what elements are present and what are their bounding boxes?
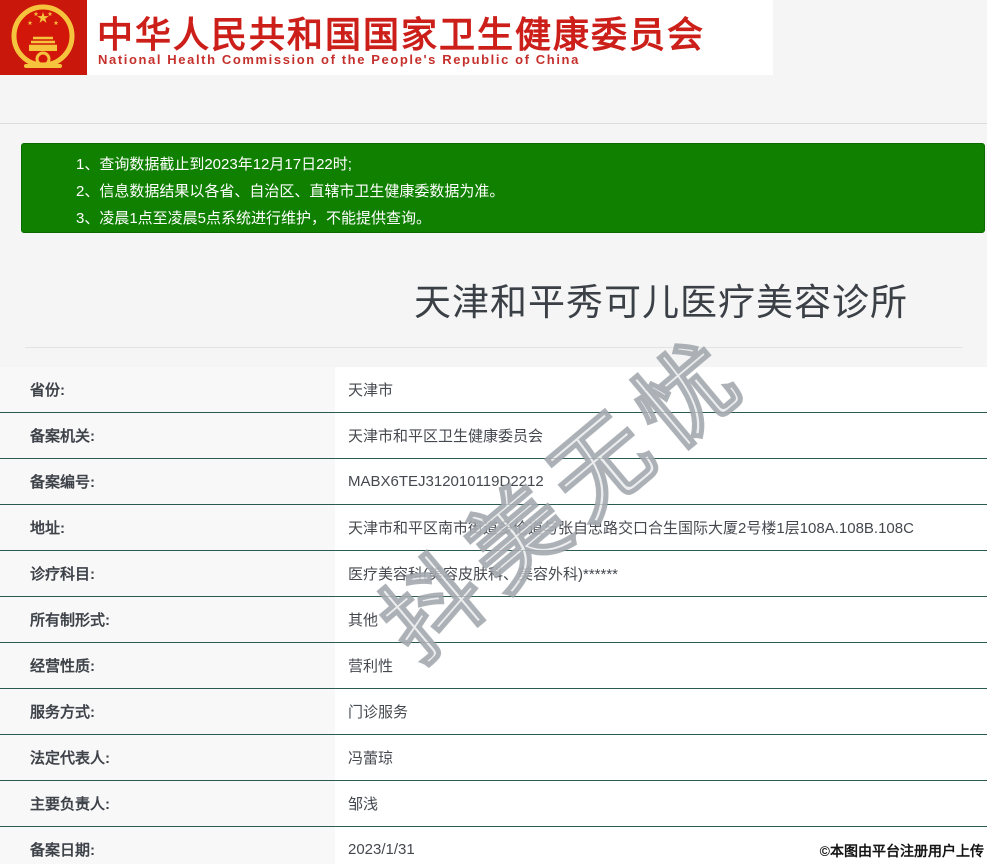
field-value: 邹浅 <box>335 781 987 826</box>
field-value: 天津市和平区卫生健康委员会 <box>335 413 987 458</box>
field-value: 冯蕾琼 <box>335 735 987 780</box>
record-row: 主要负责人: 邹浅 <box>0 781 987 827</box>
field-label: 主要负责人: <box>0 781 335 826</box>
field-value: 天津市 <box>335 367 987 412</box>
record-row: 经营性质: 营利性 <box>0 643 987 689</box>
notice-line-3: 3、凌晨1点至凌晨5点系统进行维护，不能提供查询。 <box>76 210 432 227</box>
field-label: 法定代表人: <box>0 735 335 780</box>
record-row: 法定代表人: 冯蕾琼 <box>0 735 987 781</box>
site-header: 中华人民共和国国家卫生健康委员会 National Health Commiss… <box>0 0 773 75</box>
field-label: 备案日期: <box>0 827 335 864</box>
header-title-chinese: 中华人民共和国国家卫生健康委员会 <box>97 14 706 55</box>
field-label: 地址: <box>0 505 335 550</box>
china-national-emblem-icon <box>0 0 87 75</box>
field-value: 其他 <box>335 597 987 642</box>
title-divider <box>25 347 962 348</box>
record-row: 地址: 天津市和平区南市街道多伦道与张自忠路交口合生国际大厦2号楼1层108A.1… <box>0 505 987 551</box>
record-table: 省份: 天津市 备案机关: 天津市和平区卫生健康委员会 备案编号: MABX6TEJ312… <box>0 367 987 864</box>
record-row: 省份: 天津市 <box>0 367 987 413</box>
field-label: 省份: <box>0 367 335 412</box>
copyright-watermark: ©本图由平台注册用户上传 <box>819 843 984 859</box>
record-row: 服务方式: 门诊服务 <box>0 689 987 735</box>
field-label: 经营性质: <box>0 643 335 688</box>
field-value: MABX6TEJ312010119D2212 <box>335 459 987 504</box>
page: 中华人民共和国国家卫生健康委员会 National Health Commiss… <box>0 0 987 864</box>
field-label: 所有制形式: <box>0 597 335 642</box>
field-label: 备案机关: <box>0 413 335 458</box>
record-row: 诊疗科目: 医疗美容科(美容皮肤科、美容外科)****** <box>0 551 987 597</box>
header-divider <box>0 123 987 124</box>
field-value: 医疗美容科(美容皮肤科、美容外科)****** <box>335 551 987 596</box>
header-title-english: National Health Commission of the People… <box>98 52 580 67</box>
field-value: 天津市和平区南市街道多伦道与张自忠路交口合生国际大厦2号楼1层108A.108B… <box>335 505 987 550</box>
field-value: 营利性 <box>335 643 987 688</box>
field-label: 备案编号: <box>0 459 335 504</box>
notice-line-2: 2、信息数据结果以各省、自治区、直辖市卫生健康委数据为准。 <box>76 183 505 200</box>
record-row: 所有制形式: 其他 <box>0 597 987 643</box>
field-value: 门诊服务 <box>335 689 987 734</box>
notice-line-1: 1、查询数据截止到2023年12月17日22时; <box>76 156 352 173</box>
record-row: 备案编号: MABX6TEJ312010119D2212 <box>0 459 987 505</box>
field-label: 服务方式: <box>0 689 335 734</box>
record-row: 备案机关: 天津市和平区卫生健康委员会 <box>0 413 987 459</box>
institution-name-title: 天津和平秀可儿医疗美容诊所 <box>414 282 908 323</box>
query-notice-box: 1、查询数据截止到2023年12月17日22时; 2、信息数据结果以各省、自治区… <box>21 143 985 233</box>
field-label: 诊疗科目: <box>0 551 335 596</box>
